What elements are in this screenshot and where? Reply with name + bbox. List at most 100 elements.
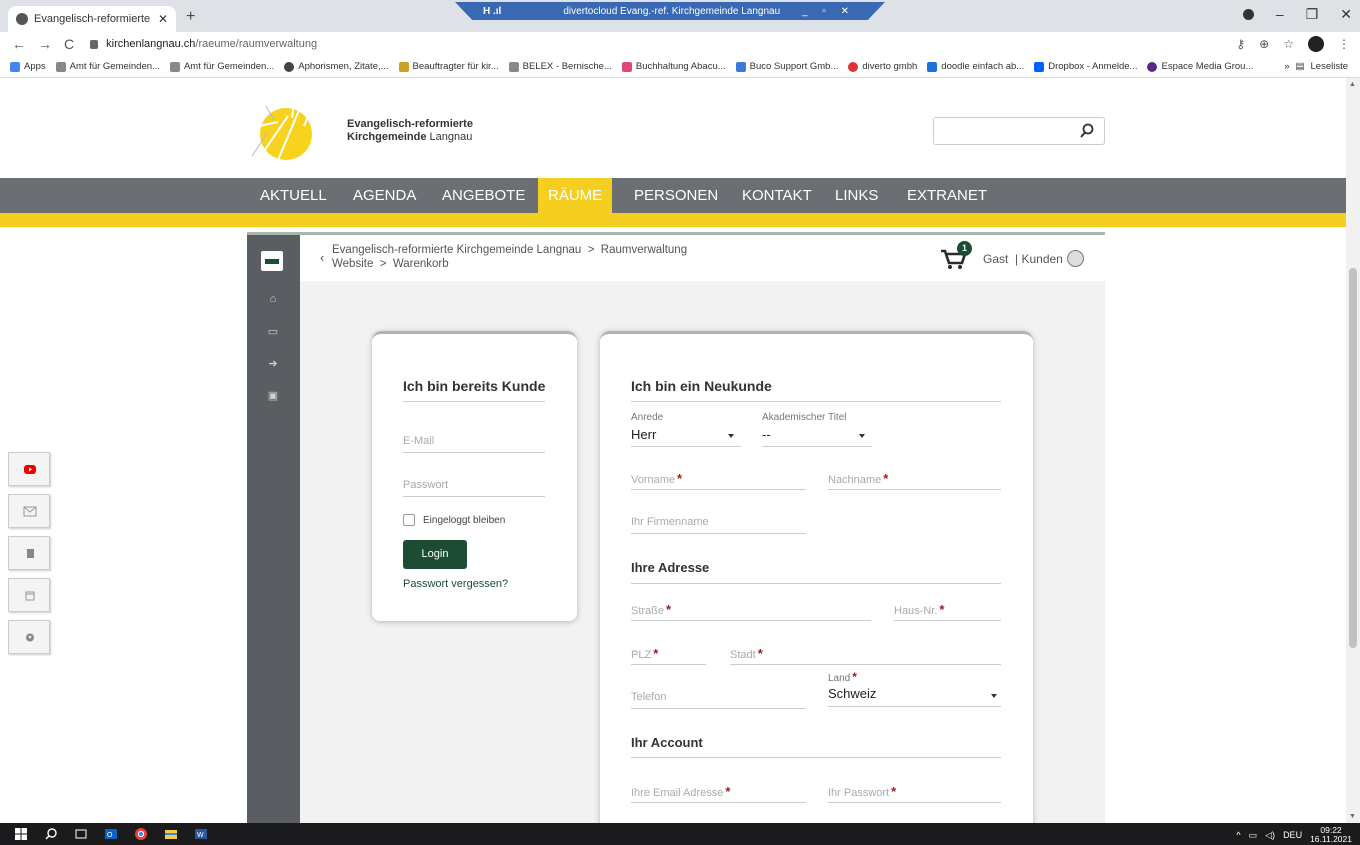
scroll-down-icon[interactable]: ▼ bbox=[1349, 813, 1356, 820]
chrome-icon[interactable] bbox=[134, 827, 148, 841]
chevron-down-icon[interactable] bbox=[991, 694, 997, 698]
salutation-underline bbox=[631, 446, 741, 447]
bookmark-item[interactable]: Amt für Gemeinden... bbox=[55, 61, 160, 72]
bookmark-item[interactable]: doodle einfach ab... bbox=[927, 61, 1024, 72]
user-menu[interactable]: Gast | Kunden bbox=[983, 250, 1084, 267]
remote-desktop-bar: H .ıl divertocloud Evang.-ref. Kirchgeme… bbox=[455, 2, 885, 20]
zip-input[interactable]: PLZ * bbox=[631, 646, 658, 661]
houseno-input[interactable]: Haus-Nr. * bbox=[894, 602, 944, 617]
restore-icon[interactable]: ❐ bbox=[1306, 6, 1319, 23]
bookmark-item[interactable]: Buco Support Gmb... bbox=[735, 61, 838, 72]
browser-tab[interactable]: Evangelisch-reformierte Kirchgem ✕ bbox=[8, 6, 176, 32]
chevron-down-icon[interactable] bbox=[859, 434, 865, 438]
bookmark-item[interactable]: Dropbox - Anmelde... bbox=[1034, 61, 1137, 72]
register-password-underline bbox=[828, 802, 1001, 803]
bookmark-item[interactable]: Amt für Gemeinden... bbox=[169, 61, 274, 72]
back-icon[interactable]: ← bbox=[12, 36, 26, 52]
bookmark-item[interactable]: Buchhaltung Abacu... bbox=[621, 61, 726, 72]
zip-underline bbox=[631, 664, 706, 665]
location-icon bbox=[26, 633, 34, 642]
tray-chevron-icon[interactable]: ^ bbox=[1236, 830, 1240, 840]
reading-list[interactable]: » ▤ Leseliste bbox=[1284, 61, 1348, 72]
breadcrumb-line2[interactable]: Website > Warenkorb bbox=[332, 257, 687, 271]
document-icon[interactable]: ▣ bbox=[265, 389, 281, 403]
location-button[interactable] bbox=[8, 620, 50, 654]
register-email-input[interactable]: Ihre Email Adresse * bbox=[631, 784, 730, 799]
new-tab-button[interactable]: + bbox=[186, 8, 195, 26]
remember-checkbox[interactable] bbox=[403, 514, 415, 526]
address-bar[interactable]: kirchenlangnau.ch/raeume/raumverwaltung bbox=[90, 38, 317, 50]
calendar-button[interactable] bbox=[8, 578, 50, 612]
windows-start-icon[interactable] bbox=[14, 827, 28, 841]
country-select[interactable]: Schweiz bbox=[828, 686, 876, 701]
nav-personen[interactable]: PERSONEN bbox=[624, 178, 728, 213]
chevron-down-icon[interactable] bbox=[728, 434, 734, 438]
bookmark-item[interactable]: diverto gmbh bbox=[848, 61, 917, 72]
menu-icon[interactable]: ⋮ bbox=[1338, 37, 1350, 51]
zoom-icon[interactable]: ⊕ bbox=[1259, 37, 1269, 51]
remote-window-controls[interactable]: _ ▫ ✕ bbox=[802, 6, 855, 17]
bookmark-item[interactable]: Aphorismen, Zitate,... bbox=[284, 61, 389, 72]
mail-button[interactable] bbox=[8, 494, 50, 528]
bookmark-apps[interactable]: Apps bbox=[10, 61, 46, 72]
minimize-icon[interactable]: – bbox=[1276, 6, 1284, 23]
bookmark-item[interactable]: BELEX - Bernische... bbox=[508, 61, 612, 72]
register-password-input[interactable]: Ihr Passwort * bbox=[828, 784, 896, 799]
scrollbar-thumb[interactable] bbox=[1349, 268, 1357, 648]
nav-links[interactable]: LINKS bbox=[825, 178, 888, 213]
nav-raeume[interactable]: RÄUME bbox=[538, 178, 613, 213]
close-window-icon[interactable]: ✕ bbox=[1340, 6, 1352, 23]
back-chevron-icon[interactable]: ‹ bbox=[320, 251, 324, 265]
key-icon[interactable]: ⚷ bbox=[1236, 37, 1245, 51]
academic-title-select[interactable]: -- bbox=[762, 427, 771, 442]
login-password-input[interactable]: Passwort bbox=[403, 479, 448, 491]
input-language[interactable]: DEU bbox=[1283, 830, 1302, 840]
task-view-icon[interactable] bbox=[74, 827, 88, 841]
nav-aktuell[interactable]: AKTUELL bbox=[250, 178, 337, 213]
street-input[interactable]: Straße * bbox=[631, 602, 671, 617]
star-icon[interactable]: ☆ bbox=[1283, 37, 1294, 51]
more-bookmarks-icon[interactable]: » bbox=[1284, 61, 1289, 72]
book-button[interactable] bbox=[8, 536, 50, 570]
volume-icon[interactable]: ◁) bbox=[1265, 830, 1275, 841]
forward-icon[interactable]: → bbox=[38, 36, 52, 52]
search-icon[interactable] bbox=[44, 827, 58, 841]
breadcrumb-line1[interactable]: Evangelisch-reformierte Kirchgemeinde La… bbox=[332, 243, 687, 257]
search-icon[interactable] bbox=[1080, 123, 1094, 139]
outlook-icon[interactable]: O bbox=[104, 827, 118, 841]
nav-agenda[interactable]: AGENDA bbox=[343, 178, 426, 213]
home-icon[interactable]: ⌂ bbox=[265, 293, 281, 307]
login-icon[interactable]: ➜ bbox=[265, 357, 281, 371]
clock[interactable]: 09:22 16.11.2021 bbox=[1310, 826, 1352, 844]
page-scrollbar[interactable]: ▲ ▼ bbox=[1346, 78, 1360, 823]
nav-angebote[interactable]: ANGEBOTE bbox=[432, 178, 535, 213]
reload-icon[interactable]: C bbox=[64, 36, 74, 52]
lastname-input[interactable]: Nachname * bbox=[828, 471, 888, 486]
record-icon[interactable] bbox=[1242, 9, 1254, 20]
network-icon[interactable]: ▭ bbox=[1249, 830, 1258, 841]
app-logo-icon[interactable] bbox=[261, 251, 283, 271]
firstname-input[interactable]: Vorname * bbox=[631, 471, 682, 486]
forgot-password-link[interactable]: Passwort vergessen? bbox=[403, 578, 508, 590]
close-tab-icon[interactable]: ✕ bbox=[158, 12, 168, 26]
company-input[interactable]: Ihr Firmenname bbox=[631, 516, 709, 528]
profile-icon[interactable] bbox=[1308, 36, 1324, 52]
login-button[interactable]: Login bbox=[403, 540, 467, 569]
city-input[interactable]: Stadt * bbox=[730, 646, 763, 661]
scroll-up-icon[interactable]: ▲ bbox=[1349, 81, 1356, 88]
nav-extranet[interactable]: EXTRANET bbox=[897, 178, 997, 213]
salutation-select[interactable]: Herr bbox=[631, 427, 656, 442]
bookmark-item[interactable]: Espace Media Grou... bbox=[1147, 61, 1253, 72]
search-input[interactable] bbox=[934, 118, 1074, 144]
nav-kontakt[interactable]: KONTAKT bbox=[732, 178, 822, 213]
word-icon[interactable]: W bbox=[194, 827, 208, 841]
calendar-icon[interactable]: ▭ bbox=[265, 325, 281, 339]
login-email-input[interactable]: E-Mail bbox=[403, 435, 434, 447]
youtube-button[interactable] bbox=[8, 452, 50, 486]
signal-icon: H .ıl bbox=[483, 5, 502, 17]
church-logo-icon[interactable] bbox=[248, 98, 328, 162]
bookmark-item[interactable]: Beauftragter für kir... bbox=[398, 61, 499, 72]
phone-input[interactable]: Telefon bbox=[631, 691, 666, 703]
site-logo-text[interactable]: Evangelisch-reformierte Kirchgemeinde La… bbox=[347, 118, 473, 144]
file-explorer-icon[interactable] bbox=[164, 827, 178, 841]
